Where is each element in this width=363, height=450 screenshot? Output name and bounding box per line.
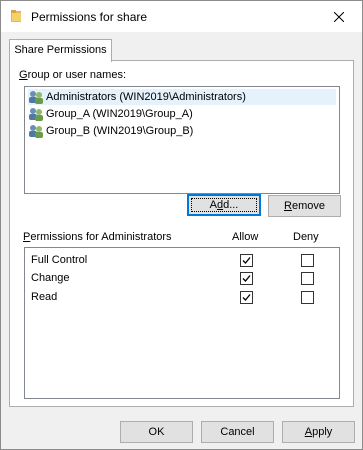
allow-full-control-checkbox[interactable] bbox=[240, 254, 253, 267]
allow-change-checkbox[interactable] bbox=[240, 272, 253, 285]
list-item-label: Group_A (WIN2019\Group_A) bbox=[46, 108, 193, 120]
list-item-label: Group_B (WIN2019\Group_B) bbox=[46, 125, 194, 137]
group-user-listbox[interactable]: Administrators (WIN2019\Administrators) … bbox=[24, 86, 340, 194]
permission-row-read: Read bbox=[25, 289, 339, 307]
group-or-user-names-label: Group or user names: bbox=[19, 69, 126, 81]
permission-label: Full Control bbox=[31, 254, 88, 266]
checkmark-icon bbox=[242, 275, 251, 282]
permission-row-full-control: Full Control bbox=[25, 252, 339, 270]
permission-label: Read bbox=[31, 291, 58, 303]
share-permissions-panel: Group or user names: Administrators (WIN… bbox=[9, 60, 354, 407]
deny-column-header: Deny bbox=[293, 231, 319, 243]
user-group-icon bbox=[29, 91, 43, 104]
add-button[interactable]: Add... bbox=[187, 194, 261, 216]
list-item-group-a[interactable]: Group_A (WIN2019\Group_A) bbox=[28, 106, 336, 122]
allow-read-checkbox[interactable] bbox=[240, 291, 253, 304]
window-title: Permissions for share bbox=[31, 10, 148, 24]
permissions-for-label: Permissions for Administrators bbox=[23, 231, 172, 243]
list-item-group-b[interactable]: Group_B (WIN2019\Group_B) bbox=[28, 123, 336, 139]
permission-row-change: Change bbox=[25, 270, 339, 288]
tab-share-permissions[interactable]: Share Permissions bbox=[9, 39, 112, 62]
checkmark-icon bbox=[242, 257, 251, 264]
close-icon bbox=[334, 11, 344, 22]
apply-button[interactable]: Apply bbox=[282, 421, 355, 443]
close-button[interactable] bbox=[316, 1, 362, 32]
user-group-icon bbox=[29, 125, 43, 138]
permission-label: Change bbox=[31, 272, 70, 284]
ok-button[interactable]: OK bbox=[120, 421, 193, 443]
title-bar: Permissions for share bbox=[1, 1, 362, 32]
deny-read-checkbox[interactable] bbox=[301, 291, 314, 304]
permissions-dialog: Permissions for share Share Permissions … bbox=[0, 0, 363, 450]
list-item-label: Administrators (WIN2019\Administrators) bbox=[46, 91, 246, 103]
deny-full-control-checkbox[interactable] bbox=[301, 254, 314, 267]
checkmark-icon bbox=[242, 294, 251, 301]
allow-column-header: Allow bbox=[232, 231, 259, 243]
user-group-icon bbox=[29, 108, 43, 121]
deny-change-checkbox[interactable] bbox=[301, 272, 314, 285]
folder-icon bbox=[11, 10, 21, 22]
focus-rectangle bbox=[191, 198, 257, 212]
cancel-button[interactable]: Cancel bbox=[201, 421, 274, 443]
remove-button[interactable]: Remove bbox=[268, 195, 341, 217]
permissions-list: Full Control Change Read bbox=[24, 247, 340, 399]
list-item-administrators[interactable]: Administrators (WIN2019\Administrators) bbox=[28, 89, 336, 105]
